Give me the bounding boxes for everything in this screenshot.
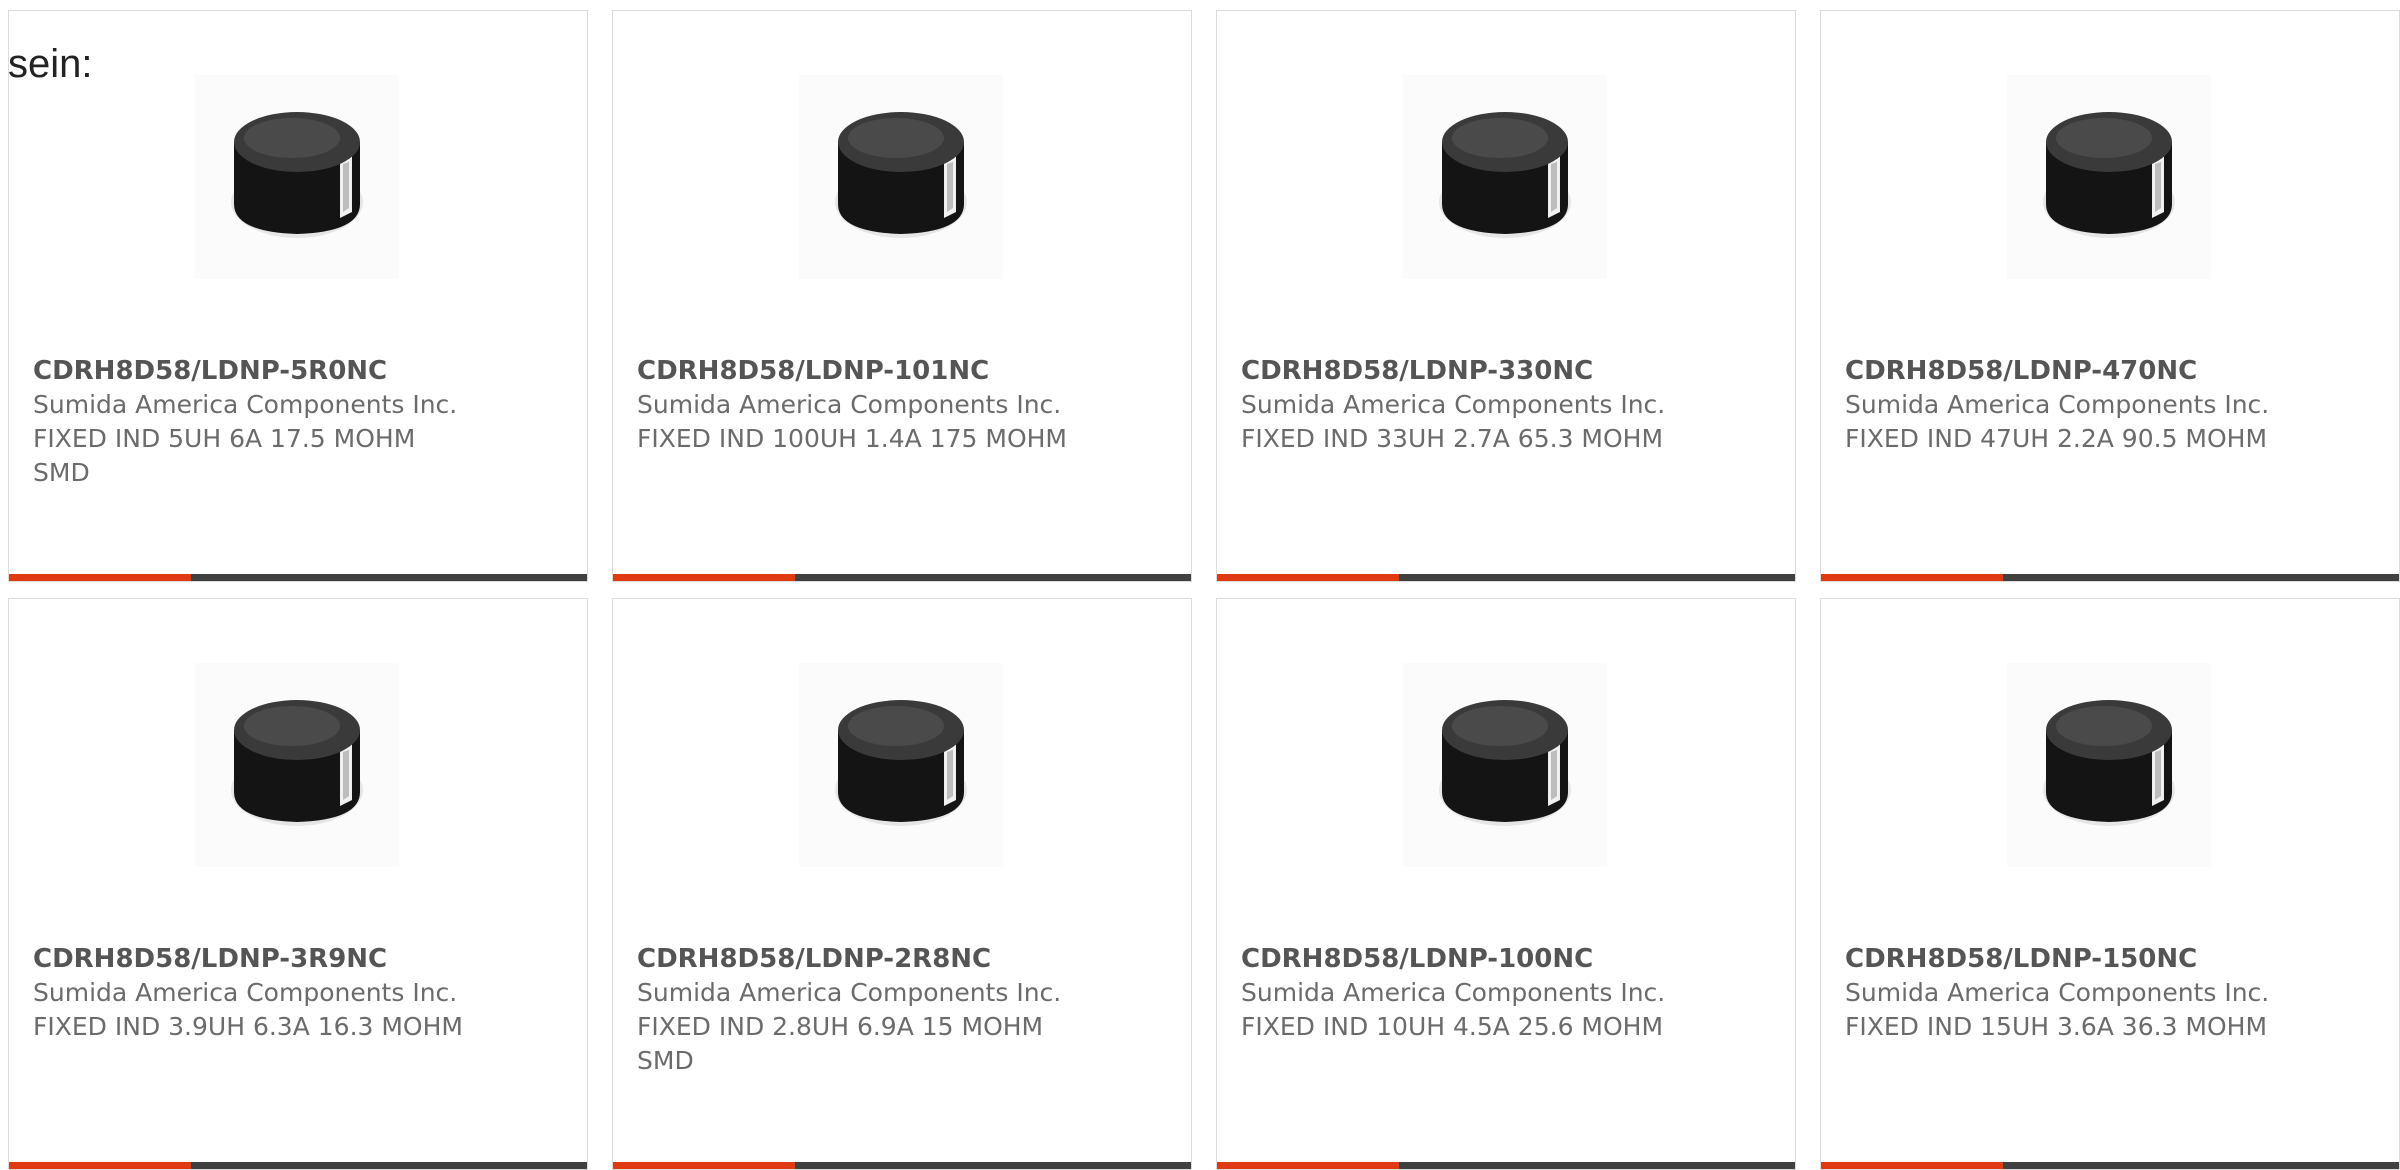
part-number[interactable]: CDRH8D58/LDNP-2R8NC: [637, 942, 1067, 976]
card-accent-bar: [9, 574, 191, 581]
manufacturer-name: Sumida America Components Inc.: [637, 978, 1062, 1007]
card-bottom-bar: [1217, 1162, 1795, 1169]
part-number[interactable]: CDRH8D58/LDNP-470NC: [1845, 354, 2275, 388]
card-bottom-bar: [1821, 1162, 2399, 1169]
product-card[interactable]: CDRH8D58/LDNP-101NC Sumida America Compo…: [612, 10, 1192, 582]
manufacturer-name: Sumida America Components Inc.: [1241, 978, 1666, 1007]
product-description: FIXED IND 15UH 3.6A 36.3 MOHM: [1845, 1012, 2268, 1041]
intro-text: sein:: [8, 42, 93, 86]
product-image[interactable]: [1403, 663, 1607, 867]
part-number[interactable]: CDRH8D58/LDNP-100NC: [1241, 942, 1671, 976]
product-card[interactable]: CDRH8D58/LDNP-5R0NC Sumida America Compo…: [8, 10, 588, 582]
inductor-icon: [2043, 700, 2175, 826]
inductor-icon: [2043, 112, 2175, 238]
card-accent-bar: [1821, 1162, 2003, 1169]
card-bottom-bar: [9, 1162, 587, 1169]
product-image[interactable]: [2007, 75, 2211, 279]
product-image[interactable]: [799, 75, 1003, 279]
product-description: FIXED IND 100UH 1.4A 175 MOHM: [637, 424, 1067, 453]
manufacturer-name: Sumida America Components Inc.: [1845, 390, 2270, 419]
manufacturer-name: Sumida America Components Inc.: [33, 390, 458, 419]
inductor-icon: [1439, 112, 1571, 238]
product-description: FIXED IND 5UH 6A 17.5 MOHM SMD: [33, 424, 416, 487]
product-description: FIXED IND 33UH 2.7A 65.3 MOHM: [1241, 424, 1664, 453]
product-description: FIXED IND 10UH 4.5A 25.6 MOHM: [1241, 1012, 1664, 1041]
product-grid: CDRH8D58/LDNP-5R0NC Sumida America Compo…: [8, 10, 2400, 1170]
card-accent-bar: [9, 1162, 191, 1169]
manufacturer-name: Sumida America Components Inc.: [1845, 978, 2270, 1007]
product-description: FIXED IND 3.9UH 6.3A 16.3 MOHM: [33, 1012, 463, 1041]
part-number[interactable]: CDRH8D58/LDNP-150NC: [1845, 942, 2275, 976]
inductor-icon: [231, 112, 363, 238]
product-card[interactable]: CDRH8D58/LDNP-2R8NC Sumida America Compo…: [612, 598, 1192, 1170]
card-bottom-bar: [613, 1162, 1191, 1169]
product-card[interactable]: CDRH8D58/LDNP-470NC Sumida America Compo…: [1820, 10, 2400, 582]
inductor-icon: [1439, 700, 1571, 826]
product-image[interactable]: [2007, 663, 2211, 867]
inductor-icon: [231, 700, 363, 826]
product-description: FIXED IND 2.8UH 6.9A 15 MOHM SMD: [637, 1012, 1044, 1075]
product-description: FIXED IND 47UH 2.2A 90.5 MOHM: [1845, 424, 2268, 453]
product-card[interactable]: CDRH8D58/LDNP-3R9NC Sumida America Compo…: [8, 598, 588, 1170]
manufacturer-name: Sumida America Components Inc.: [1241, 390, 1666, 419]
card-accent-bar: [1217, 1162, 1399, 1169]
card-bottom-bar: [1821, 574, 2399, 581]
inductor-icon: [835, 700, 967, 826]
card-accent-bar: [1821, 574, 2003, 581]
card-accent-bar: [1217, 574, 1399, 581]
card-accent-bar: [613, 574, 795, 581]
product-image[interactable]: [195, 75, 399, 279]
inductor-icon: [835, 112, 967, 238]
part-number[interactable]: CDRH8D58/LDNP-330NC: [1241, 354, 1671, 388]
product-card[interactable]: CDRH8D58/LDNP-150NC Sumida America Compo…: [1820, 598, 2400, 1170]
product-card[interactable]: CDRH8D58/LDNP-100NC Sumida America Compo…: [1216, 598, 1796, 1170]
part-number[interactable]: CDRH8D58/LDNP-101NC: [637, 354, 1067, 388]
manufacturer-name: Sumida America Components Inc.: [33, 978, 458, 1007]
product-image[interactable]: [1403, 75, 1607, 279]
part-number[interactable]: CDRH8D58/LDNP-3R9NC: [33, 942, 463, 976]
card-bottom-bar: [1217, 574, 1795, 581]
product-card[interactable]: CDRH8D58/LDNP-330NC Sumida America Compo…: [1216, 10, 1796, 582]
card-bottom-bar: [613, 574, 1191, 581]
product-image[interactable]: [195, 663, 399, 867]
product-image[interactable]: [799, 663, 1003, 867]
part-number[interactable]: CDRH8D58/LDNP-5R0NC: [33, 354, 463, 388]
card-bottom-bar: [9, 574, 587, 581]
manufacturer-name: Sumida America Components Inc.: [637, 390, 1062, 419]
card-accent-bar: [613, 1162, 795, 1169]
